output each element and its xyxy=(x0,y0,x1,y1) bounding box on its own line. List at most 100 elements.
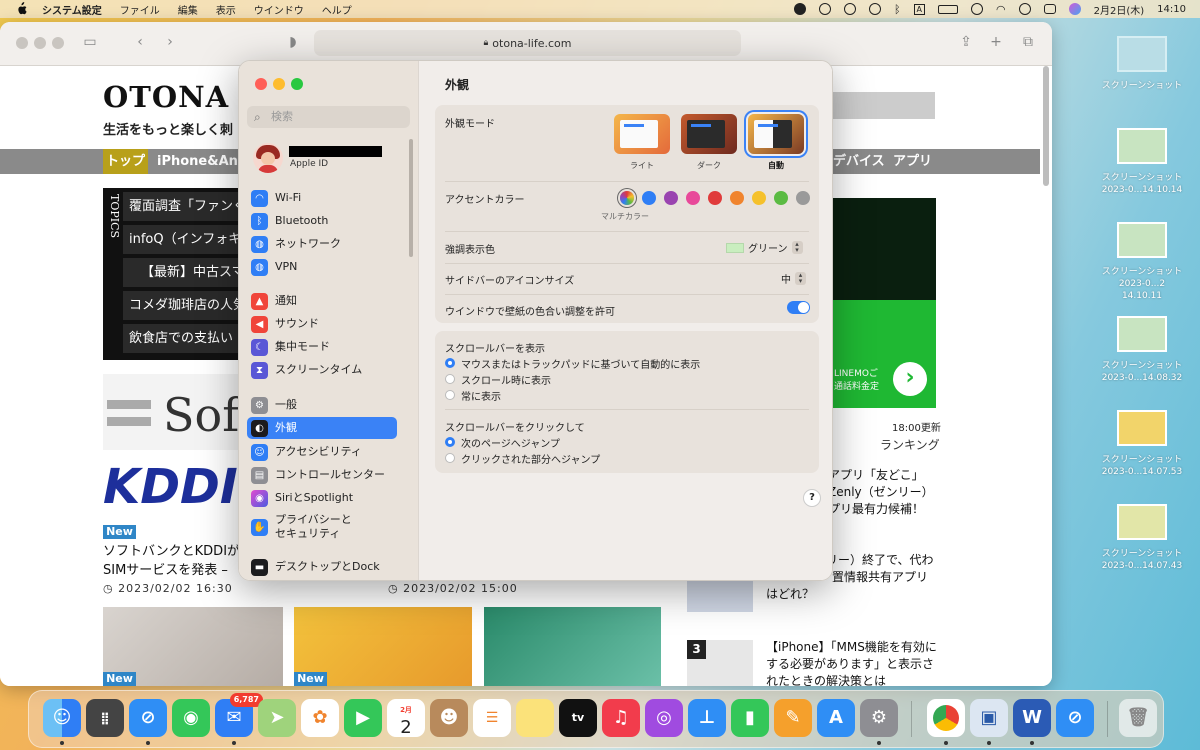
ranking-text[interactable]: はどれ？ xyxy=(766,586,814,603)
siri-status-icon[interactable] xyxy=(1068,3,1081,15)
keynote-icon[interactable]: ⊥ xyxy=(688,699,726,737)
safari-download-icon[interactable]: ⊘ xyxy=(1056,699,1094,737)
preview-icon[interactable]: ▣ xyxy=(970,699,1008,737)
bluetooth-status-icon[interactable]: ᛒ xyxy=(894,3,901,16)
sidebar-item-accessibility[interactable]: ☺ アクセシビリティ xyxy=(247,441,397,463)
sidebar-icon-size-popup[interactable]: 中 ▴ ▾ xyxy=(781,271,806,286)
sidebar-item-appearance[interactable]: ◐ 外観 xyxy=(247,417,397,439)
battery-icon[interactable] xyxy=(938,4,959,14)
apple-id-account[interactable]: Apple ID xyxy=(253,143,413,177)
sidebar-item-bluetooth[interactable]: ᛒ Bluetooth xyxy=(247,210,397,232)
chrome-icon[interactable] xyxy=(927,699,965,737)
zoom-button[interactable] xyxy=(52,37,64,49)
pages-icon[interactable]: ✎ xyxy=(774,699,812,737)
podcasts-icon[interactable]: ◎ xyxy=(645,699,683,737)
sidebar-item-siri-spotlight[interactable]: ◉ SiriとSpotlight xyxy=(247,487,397,509)
minimize-button[interactable] xyxy=(273,78,285,90)
desktop-file[interactable]: スクリーンショット 2023-0...14.08.32 xyxy=(1100,316,1184,384)
sidebar-item-network[interactable]: ◍ ネットワーク xyxy=(247,233,397,255)
address-bar[interactable]: 🔒︎ otona-life.com xyxy=(314,30,741,56)
user-icon[interactable] xyxy=(971,3,984,15)
ranking-text[interactable]: Zenly（ゼンリー） xyxy=(828,484,934,501)
accent-color-swatch[interactable] xyxy=(730,191,744,205)
back-icon[interactable]: ‹ xyxy=(132,34,148,50)
app-store-icon[interactable]: A xyxy=(817,699,855,737)
ad-arrow-icon[interactable]: › xyxy=(893,362,927,396)
reminders-icon[interactable]: ☰ xyxy=(473,699,511,737)
sidebar-item-vpn[interactable]: ◍ VPN xyxy=(247,256,397,278)
launchpad-icon[interactable]: ⣿ xyxy=(86,699,124,737)
accent-color-swatch[interactable] xyxy=(752,191,766,205)
sidebar-toggle-icon[interactable]: ▭ xyxy=(82,34,98,50)
control-center-status-icon[interactable] xyxy=(1043,4,1056,14)
ranking-text[interactable]: リー）終了で、代わ xyxy=(826,552,934,569)
desktop-file[interactable]: スクリーンショット 2023-0...14.07.43 xyxy=(1100,504,1184,572)
mode-auto-option[interactable] xyxy=(748,114,804,154)
sidebar-item-general[interactable]: ⚙ 一般 xyxy=(247,394,397,416)
sidebar-item-screen-time[interactable]: ⧗ スクリーンタイム xyxy=(247,359,397,381)
nav-device[interactable]: デバイス xyxy=(833,149,885,174)
new-tab-icon[interactable]: + xyxy=(988,34,1004,50)
messages-icon[interactable]: ◉ xyxy=(172,699,210,737)
zoom-button[interactable] xyxy=(291,78,303,90)
facetime-icon[interactable]: ▶ xyxy=(344,699,382,737)
accent-color-swatch[interactable] xyxy=(664,191,678,205)
accent-multicolor-swatch[interactable] xyxy=(620,191,634,205)
topic-item[interactable]: infoQ（インフォキ xyxy=(123,225,243,255)
safari-icon[interactable]: ⊘ xyxy=(129,699,167,737)
radio-next-page[interactable] xyxy=(445,437,455,447)
article-title[interactable]: ソフトバンクとKDDIが SIMサービスを発表 – xyxy=(103,542,243,580)
mode-light-option[interactable] xyxy=(614,114,670,154)
search-spotlight-icon[interactable] xyxy=(1018,3,1031,15)
wifi-status-icon[interactable]: ◠ xyxy=(996,3,1006,16)
nav-iphone[interactable]: iPhone&And xyxy=(157,149,247,174)
mail-icon[interactable]: ✉ 6,787 xyxy=(215,693,263,737)
desktop-file[interactable]: スクリーンショット 2023-0...2 14.10.11 xyxy=(1100,222,1184,302)
share-icon[interactable]: ⇪ xyxy=(958,34,974,50)
menu-window[interactable]: ウインドウ xyxy=(254,2,304,17)
forward-icon[interactable]: › xyxy=(162,34,178,50)
sidebar-item-focus[interactable]: ☾ 集中モード xyxy=(247,336,397,358)
system-settings-icon[interactable]: ⚙ xyxy=(860,699,898,737)
softbank-image[interactable]: Sof xyxy=(103,374,243,450)
menu-file[interactable]: ファイル xyxy=(120,2,160,17)
notes-icon[interactable] xyxy=(516,699,554,737)
accent-color-swatch[interactable] xyxy=(708,191,722,205)
apple-menu-icon[interactable] xyxy=(14,2,28,16)
close-button[interactable] xyxy=(255,78,267,90)
wallpaper-tint-toggle[interactable] xyxy=(787,301,810,314)
sidebar-item-control-center[interactable]: ▤ コントロールセンター xyxy=(247,464,397,486)
sidebar-item-desktop-dock[interactable]: ▬ デスクトップとDock xyxy=(247,556,397,578)
input-source-icon[interactable]: A xyxy=(913,3,926,15)
airplay-icon[interactable] xyxy=(843,3,856,15)
help-button[interactable]: ? xyxy=(803,489,821,507)
menu-help[interactable]: ヘルプ xyxy=(322,2,352,17)
time-machine-icon[interactable] xyxy=(868,3,881,15)
radio-when-scrolling[interactable] xyxy=(445,374,455,384)
sidebar-item-sound[interactable]: ◀ サウンド xyxy=(247,313,397,335)
menubar-date[interactable]: 2月2日(木) xyxy=(1094,2,1145,17)
article-thumbnail[interactable] xyxy=(484,607,661,686)
topic-item[interactable]: 【最新】中古スマホ xyxy=(123,258,243,288)
ranking-text[interactable]: れたときの解決策とは xyxy=(766,673,886,686)
calendar-icon[interactable]: 2月 2 xyxy=(387,699,425,738)
ranking-text[interactable]: アプリ「友どこ」 xyxy=(828,467,924,484)
desktop-folder[interactable]: スクリーンショット xyxy=(1100,36,1184,92)
sidebar-item-privacy[interactable]: ✋ プライバシーと セキュリティ xyxy=(247,512,397,542)
sidebar-item-wifi[interactable]: ◠ Wi-Fi xyxy=(247,187,397,209)
close-button[interactable] xyxy=(16,37,28,49)
nav-apps[interactable]: アプリ xyxy=(893,149,932,174)
page-scrollbar[interactable] xyxy=(1043,66,1049,186)
highlight-color-popup[interactable]: グリーン ▴ ▾ xyxy=(726,240,803,255)
accent-color-swatch[interactable] xyxy=(686,191,700,205)
photos-icon[interactable]: ✿ xyxy=(301,699,339,737)
accent-color-swatch[interactable] xyxy=(642,191,656,205)
minimize-button[interactable] xyxy=(34,37,46,49)
word-icon[interactable]: W xyxy=(1013,699,1051,737)
desktop-file[interactable]: スクリーンショット 2023-0...14.10.14 xyxy=(1100,128,1184,196)
mode-dark-option[interactable] xyxy=(681,114,737,154)
checkmark-icon[interactable] xyxy=(818,3,831,15)
ranking-text[interactable]: 【iPhone】「MMS機能を有効に xyxy=(766,639,937,656)
search-input[interactable]: ⌕ 検索 xyxy=(247,106,410,128)
menu-view[interactable]: 表示 xyxy=(216,2,236,17)
